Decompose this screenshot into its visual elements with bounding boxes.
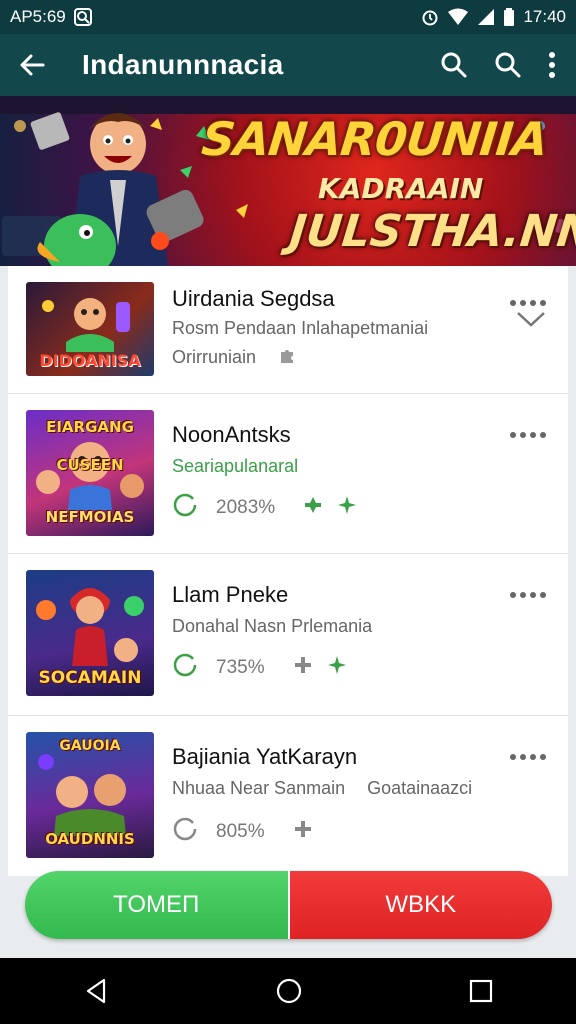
list-item[interactable]: DIDOANISA Uirdania Segdsa Rosm Pendaan I… [8,266,568,394]
item-title: Llam Pneke [172,582,289,607]
status-time: 17:40 [523,7,566,26]
list-item[interactable]: GAUOIA OAUDNNIS Bajiania YatKarayn Nhuaa… [8,716,568,876]
signal-icon [477,8,495,26]
sparkle-icon [327,655,347,681]
item-subtitle: Nhuaa Near Sanmain Goatainaazci [172,778,472,799]
dot-icon [540,300,546,306]
item-subtitle-extra: Goatainaazci [367,778,473,798]
alarm-icon [421,8,439,26]
dot-icon [510,300,516,306]
action-button-bar: TOMEΠ WBKK [25,871,552,939]
game-thumbnail[interactable]: DIDOANISA [26,282,154,376]
item-subtitle: Seariapulanaral [172,456,299,476]
promo-banner[interactable]: SANAR0UNIIA KADRAAIN JULSTHA.NN9 [0,96,576,266]
dot-icon [510,754,516,760]
add-icon[interactable] [293,819,313,845]
nav-home-icon[interactable] [275,977,303,1005]
thumbnail-caption: CUSEEN [56,456,124,474]
status-text: AP5:69 [10,7,66,26]
thumbnail-caption: NEFMOIAS [45,508,135,526]
dot-icon [530,754,536,760]
dot-icon [520,754,526,760]
list-item[interactable]: SOCAMAIN Llam Pneke Donahal Nasn Prleman… [8,554,568,716]
item-stat-value: 2083% [216,497,276,518]
notification-icon [73,8,92,26]
red-action-button[interactable]: WBKK [289,871,552,939]
item-subtitle: Donahal Nasn Prlemania [172,616,373,636]
dot-icon [510,592,516,598]
wifi-icon [447,8,469,26]
dot-icon [540,754,546,760]
dot-icon [510,432,516,438]
item-title: Bajiania YatKarayn [172,744,358,769]
item-stats: 2083% [172,492,357,524]
game-list: DIDOANISA Uirdania Segdsa Rosm Pendaan I… [8,266,568,876]
add-icon[interactable] [293,655,313,681]
banner-tagline: JULSTHA.NN9 [287,206,576,257]
navigation-bar [0,958,576,1024]
puzzle-icon [278,346,296,369]
app-bar-actions [440,51,556,79]
search-icon[interactable] [440,51,468,79]
add-icon[interactable] [303,495,323,521]
banner-title: SANAR0UNIIA [199,112,550,166]
more-options-button[interactable] [510,432,546,438]
item-title: NoonAntsks [172,422,291,447]
more-options-button[interactable] [510,754,546,760]
thumbnail-caption: OAUDNNIS [45,830,135,848]
dot-icon [530,432,536,438]
more-options-button[interactable] [510,300,546,306]
item-subtitle: Rosm Pendaan Inlahapetmaniai [172,318,429,338]
status-left: AP5:69 [10,7,92,27]
dot-icon [530,300,536,306]
banner-subtitle: KADRAAIN [318,172,484,205]
game-thumbnail[interactable]: EIARGANG CUSEEN NEFMOIAS [26,410,154,536]
progress-ring-icon [172,492,198,524]
game-thumbnail[interactable]: GAUOIA OAUDNNIS [26,732,154,858]
dot-icon [530,592,536,598]
thumbnail-caption: GAUOIA [59,738,121,754]
status-bar: AP5:69 17:40 [0,0,576,34]
item-stats: 805% [172,816,313,848]
dot-icon [520,592,526,598]
sparkle-icon [337,495,357,521]
item-stat-value: 805% [216,821,265,842]
list-item[interactable]: EIARGANG CUSEEN NEFMOIAS NoonAntsks Sear… [8,394,568,554]
status-right: 17:40 [421,7,566,27]
game-thumbnail[interactable]: SOCAMAIN [26,570,154,696]
nav-recents-icon[interactable] [468,978,494,1004]
dot-icon [540,592,546,598]
dot-icon [520,300,526,306]
battery-icon [503,8,515,26]
item-meta-text: Orirruniain [172,347,257,367]
thumbnail-caption: DIDOANISA [39,351,141,370]
dot-icon [520,432,526,438]
thumbnail-caption: EIARGANG [46,418,134,436]
progress-ring-icon [172,816,198,848]
item-subtitle-text: Nhuaa Near Sanmain [172,778,346,798]
chevron-down-icon[interactable] [516,310,546,333]
app-bar: Indanunnnacia [0,34,576,96]
back-arrow-icon[interactable] [18,51,46,79]
search-icon[interactable] [494,51,522,79]
green-action-button[interactable]: TOMEΠ [25,871,290,939]
item-stats: 735% [172,652,347,684]
nav-back-icon[interactable] [82,977,110,1005]
item-title: Uirdania Segdsa [172,286,335,311]
more-options-button[interactable] [510,592,546,598]
progress-ring-icon [172,652,198,684]
thumbnail-caption: SOCAMAIN [38,668,142,688]
item-meta: Orirruniain [172,346,296,369]
dot-icon [540,432,546,438]
more-vert-icon[interactable] [548,51,556,79]
app-title: Indanunnnacia [82,49,284,80]
item-stat-value: 735% [216,657,265,678]
